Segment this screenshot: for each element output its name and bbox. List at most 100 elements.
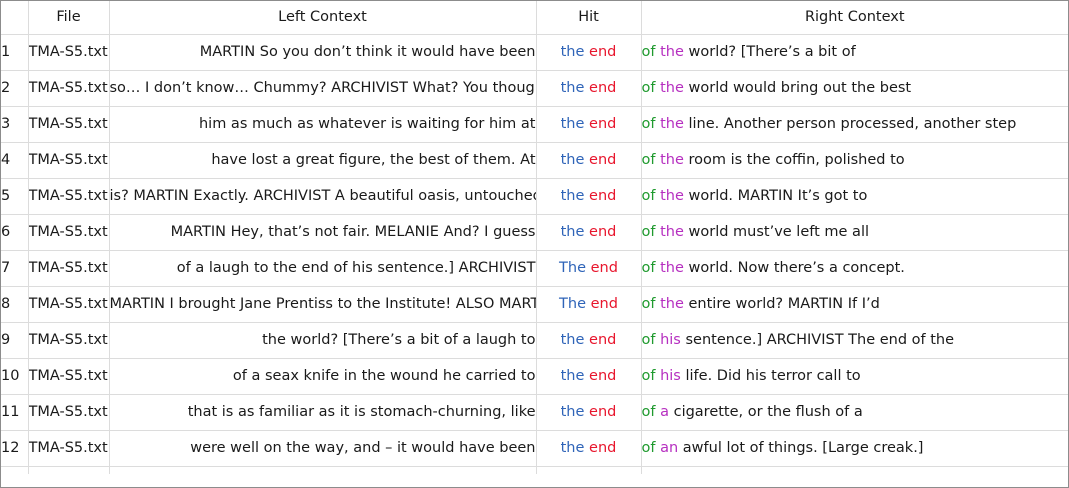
file-cell[interactable]: TMA-S5.txt [28, 358, 110, 395]
table-row[interactable]: 2 TMA-S5.txt so… I don’t know… Chummy? ARC… [1, 70, 1068, 107]
right-context-rest: entire world? MARTIN If I’d [688, 296, 880, 312]
left-context-cell[interactable]: were well on the way, and – it would hav… [109, 430, 537, 467]
column-header-hit[interactable]: Hit [536, 1, 642, 35]
file-cell[interactable]: TMA-S5.txt [28, 322, 110, 359]
left-context-cell[interactable]: of a laugh to the end of his sentence.] … [109, 250, 537, 287]
hit-cell[interactable]: the end [536, 214, 642, 251]
left-context-cell[interactable]: the world? [There’s a bit of a laugh to [109, 322, 537, 359]
row-number: 10 [1, 358, 29, 395]
hit-word-second: end [589, 440, 617, 456]
right-context-rest: world would bring out the best [688, 80, 912, 96]
file-cell[interactable]: TMA-S5.txt [28, 142, 110, 179]
table-row[interactable]: 11 TMA-S5.txt that is as familiar as it is… [1, 394, 1068, 431]
hit-cell[interactable]: the end [536, 142, 642, 179]
right-word-second: the [660, 152, 684, 168]
right-context-rest: cigarette, or the flush of a [673, 404, 863, 420]
right-context-cell[interactable]: of the line. Another person processed, a… [641, 106, 1068, 143]
right-word-first: of [641, 440, 656, 456]
hit-word-first: The [559, 296, 587, 312]
right-word-second: an [660, 440, 679, 456]
hit-word-second: end [589, 80, 617, 96]
left-context-cell[interactable]: of a seax knife in the wound he carried … [109, 358, 537, 395]
concordance-table: File Left Context Hit Right Context 1 TMA… [1, 1, 1068, 474]
right-context-rest: awful lot of things. [Large creak.] [682, 440, 924, 456]
file-cell[interactable]: TMA-S5.txt [28, 178, 110, 215]
right-word-second: the [660, 80, 684, 96]
left-context-cell[interactable]: MARTIN Hey, that’s not fair. MELANIE And… [109, 214, 537, 251]
right-context-cell[interactable]: of the world? [There’s a bit of [641, 34, 1068, 71]
left-context-cell[interactable]: him as much as whatever is waiting for h… [109, 106, 537, 143]
hit-cell[interactable]: the end [536, 70, 642, 107]
right-context-cell[interactable]: of the room is the coffin, polished to [641, 142, 1068, 179]
hit-cell[interactable]: the end [536, 430, 642, 467]
hit-word-first: the [560, 116, 585, 132]
left-context-cell[interactable]: so… I don’t know… Chummy? ARCHIVIST What… [109, 70, 537, 107]
hit-word-first: The [559, 260, 587, 276]
hit-cell[interactable]: the end [536, 394, 642, 431]
right-word-first: of [641, 296, 656, 312]
left-context-cell[interactable]: that is as familiar as it is stomach-chu… [109, 394, 537, 431]
file-cell[interactable]: TMA-S5.txt [28, 34, 110, 71]
hit-word-first: the [560, 332, 585, 348]
hit-word-first: the [560, 80, 585, 96]
right-context-cell[interactable]: of the world must’ve left me all [641, 214, 1068, 251]
table-row[interactable]: 10 TMA-S5.txt of a seax knife in the wound… [1, 358, 1068, 395]
file-cell[interactable]: TMA-S5.txt [28, 106, 110, 143]
table-row[interactable]: 3 TMA-S5.txt him as much as whatever is wa… [1, 106, 1068, 143]
column-header-right-context[interactable]: Right Context [641, 1, 1068, 35]
file-cell[interactable]: TMA-S5.txt [28, 394, 110, 431]
table-row[interactable]: 9 TMA-S5.txt the world? [There’s a bit of … [1, 322, 1068, 359]
column-header-left-context[interactable]: Left Context [109, 1, 537, 35]
table-row[interactable]: 6 TMA-S5.txt MARTIN Hey, that’s not fair. … [1, 214, 1068, 251]
left-context-cell[interactable]: MARTIN So you don’t think it would have … [109, 34, 537, 71]
right-context-cell[interactable]: of his sentence.] ARCHIVIST The end of t… [641, 322, 1068, 359]
table-row-filler [1, 466, 1068, 474]
hit-cell[interactable]: The end [536, 250, 642, 287]
row-number: 2 [1, 70, 29, 107]
right-word-first: of [641, 152, 656, 168]
hit-word-second: end [589, 332, 617, 348]
row-number: 1 [1, 34, 29, 71]
right-word-second: the [660, 224, 684, 240]
hit-word-second: end [589, 224, 617, 240]
right-word-second: his [660, 332, 681, 348]
left-context-cell[interactable]: have lost a great figure, the best of th… [109, 142, 537, 179]
left-context-cell[interactable]: MARTIN I brought Jane Prentiss to the In… [109, 286, 537, 323]
right-word-second: the [660, 44, 684, 60]
right-context-rest: line. Another person processed, another … [688, 116, 1017, 132]
right-context-cell[interactable]: of his life. Did his terror call to [641, 358, 1068, 395]
table-row[interactable]: 1 TMA-S5.txt MARTIN So you don’t think it … [1, 34, 1068, 71]
hit-cell[interactable]: the end [536, 358, 642, 395]
row-number: 12 [1, 430, 29, 467]
file-cell[interactable]: TMA-S5.txt [28, 250, 110, 287]
concordance-rows: 1 TMA-S5.txt MARTIN So you don’t think it … [1, 34, 1068, 474]
right-context-cell[interactable]: of the world would bring out the best [641, 70, 1068, 107]
file-cell[interactable]: TMA-S5.txt [28, 286, 110, 323]
right-context-cell[interactable]: of the world. Now there’s a concept. [641, 250, 1068, 287]
table-row[interactable]: 12 TMA-S5.txt were well on the way, and – … [1, 430, 1068, 467]
right-context-cell[interactable]: of an awful lot of things. [Large creak.… [641, 430, 1068, 467]
right-context-cell[interactable]: of the entire world? MARTIN If I’d [641, 286, 1068, 323]
hit-cell[interactable]: the end [536, 106, 642, 143]
column-header-file[interactable]: File [28, 1, 110, 35]
table-row[interactable]: 4 TMA-S5.txt have lost a great figure, the… [1, 142, 1068, 179]
right-word-second: a [660, 404, 669, 420]
right-context-cell[interactable]: of a cigarette, or the flush of a [641, 394, 1068, 431]
hit-cell[interactable]: the end [536, 34, 642, 71]
right-word-first: of [641, 332, 656, 348]
column-header-index[interactable] [1, 1, 29, 35]
row-number: 7 [1, 250, 29, 287]
hit-cell[interactable]: The end [536, 286, 642, 323]
right-context-rest: world? [There’s a bit of [688, 44, 856, 60]
left-context-cell[interactable]: is? MARTIN Exactly. ARCHIVIST A beautifu… [109, 178, 537, 215]
table-row[interactable]: 5 TMA-S5.txt is? MARTIN Exactly. ARCHIVIST… [1, 178, 1068, 215]
file-cell[interactable]: TMA-S5.txt [28, 214, 110, 251]
hit-cell[interactable]: the end [536, 178, 642, 215]
hit-cell[interactable]: the end [536, 322, 642, 359]
file-cell[interactable]: TMA-S5.txt [28, 430, 110, 467]
table-row[interactable]: 8 TMA-S5.txt MARTIN I brought Jane Prentis… [1, 286, 1068, 323]
table-row[interactable]: 7 TMA-S5.txt of a laugh to the end of his … [1, 250, 1068, 287]
right-context-cell[interactable]: of the world. MARTIN It’s got to [641, 178, 1068, 215]
row-number: 3 [1, 106, 29, 143]
file-cell[interactable]: TMA-S5.txt [28, 70, 110, 107]
